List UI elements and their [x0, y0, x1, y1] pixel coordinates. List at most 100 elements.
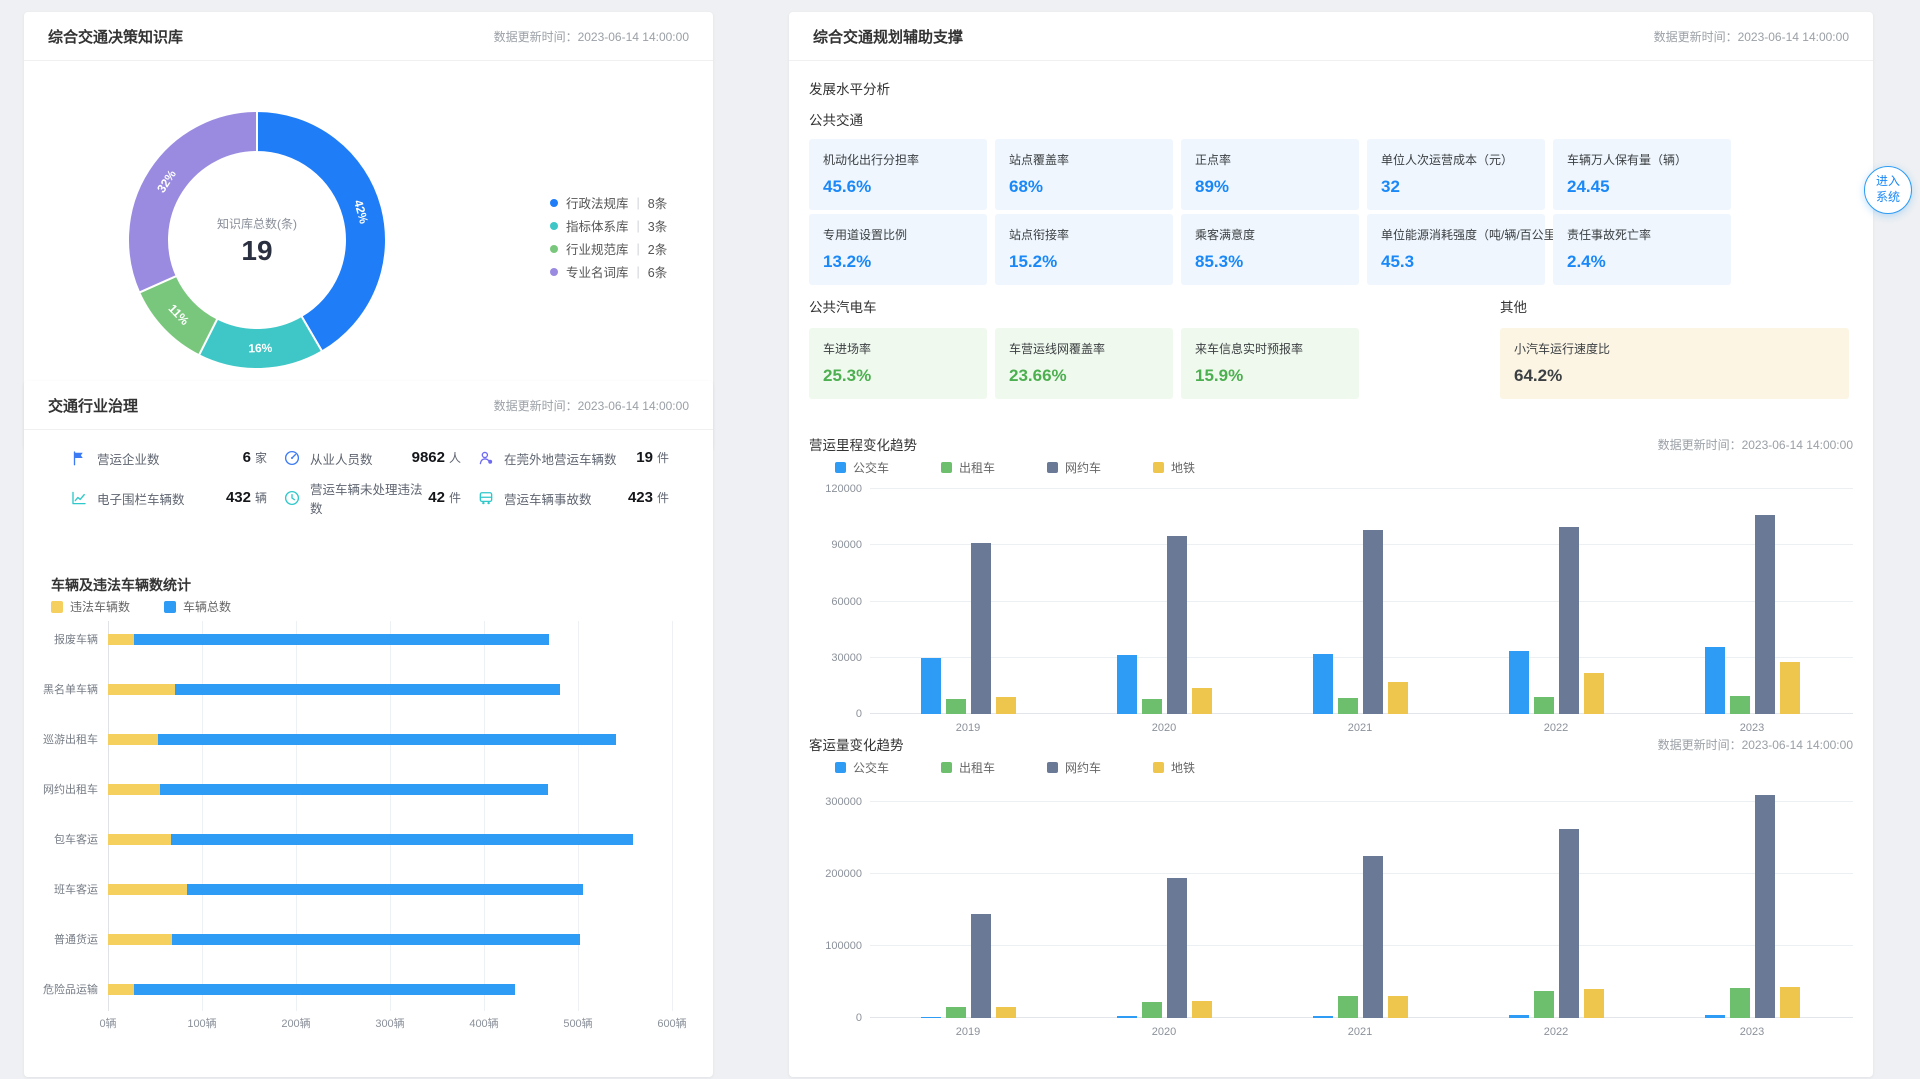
bar-row: 网约出租车 [24, 784, 713, 796]
stat-value-wrap: 423件 [628, 489, 669, 507]
metric-card[interactable]: 责任事故死亡率2.4% [1553, 214, 1731, 285]
chart-bar[interactable] [1584, 989, 1604, 1018]
legend-item[interactable]: 行政法规库|8条 [550, 191, 667, 214]
bar-row: 普通货运 [24, 934, 713, 946]
chart-bar[interactable] [1755, 515, 1775, 714]
metric-card[interactable]: 站点衔接率15.2% [995, 214, 1173, 285]
legend-item[interactable]: 车辆总数 [164, 598, 231, 615]
metric-card[interactable]: 正点率89% [1181, 139, 1359, 210]
other-metrics: 小汽车运行速度比64.2% [1500, 328, 1849, 399]
total-bar[interactable] [160, 784, 548, 795]
metric-card[interactable]: 车营运线网覆盖率23.66% [995, 328, 1173, 399]
bar-row: 黑名单车辆 [24, 684, 713, 696]
chart-bar[interactable] [1313, 1016, 1333, 1018]
chart-bar[interactable] [1705, 1015, 1725, 1018]
total-bar[interactable] [134, 984, 515, 995]
metric-card[interactable]: 小汽车运行速度比64.2% [1500, 328, 1849, 399]
chart-bar[interactable] [1338, 698, 1358, 714]
chart-bar[interactable] [1559, 829, 1579, 1018]
violation-bar[interactable] [108, 884, 187, 895]
chart-bar[interactable] [1730, 988, 1750, 1018]
legend-item[interactable]: 公交车 [835, 759, 889, 776]
violation-bar[interactable] [108, 734, 158, 745]
chart-bar[interactable] [1388, 996, 1408, 1018]
chart-bar[interactable] [921, 658, 941, 714]
chart-bar[interactable] [1755, 795, 1775, 1018]
violation-bar[interactable] [108, 634, 134, 645]
chart-bar[interactable] [1584, 673, 1604, 714]
chart-bar[interactable] [1142, 699, 1162, 714]
update-time: 数据更新时间：2023-06-14 14:00:00 [494, 397, 689, 414]
chart-bar[interactable] [1509, 651, 1529, 714]
metric-card[interactable]: 专用道设置比例13.2% [809, 214, 987, 285]
chart-bar[interactable] [1534, 697, 1554, 714]
chart-bar[interactable] [1730, 696, 1750, 714]
total-bar[interactable] [172, 934, 580, 945]
metric-card[interactable]: 机动化出行分担率45.6% [809, 139, 987, 210]
chart-bar[interactable] [1142, 1002, 1162, 1018]
chart-bar[interactable] [1167, 536, 1187, 714]
metric-value: 45.3 [1381, 252, 1535, 272]
chart-bar[interactable] [1117, 655, 1137, 714]
violation-bar[interactable] [108, 784, 160, 795]
violation-bar[interactable] [108, 684, 175, 695]
stat-item: 营运企业数6家 [70, 447, 283, 469]
metric-card[interactable]: 车辆万人保有量（辆）24.45 [1553, 139, 1731, 210]
stat-label: 电子围栏车辆数 [97, 489, 185, 508]
chart-bar[interactable] [921, 1017, 941, 1018]
total-bar[interactable] [175, 684, 560, 695]
chart-bar[interactable] [1534, 991, 1554, 1018]
chart-bar[interactable] [1117, 1016, 1137, 1018]
metric-label: 责任事故死亡率 [1567, 226, 1721, 243]
metric-card[interactable]: 来车信息实时预报率15.9% [1181, 328, 1359, 399]
total-bar[interactable] [171, 834, 633, 845]
violation-bar[interactable] [108, 934, 172, 945]
legend-item[interactable]: 出租车 [941, 459, 995, 476]
total-bar[interactable] [187, 884, 583, 895]
chart-bar[interactable] [1363, 856, 1383, 1018]
total-bar[interactable] [134, 634, 549, 645]
total-bar[interactable] [158, 734, 616, 745]
metric-card[interactable]: 车进场率25.3% [809, 328, 987, 399]
chart-bar[interactable] [1167, 878, 1187, 1018]
metric-card[interactable]: 乘客满意度85.3% [1181, 214, 1359, 285]
chart-bar[interactable] [1363, 530, 1383, 714]
chart-bar[interactable] [1313, 654, 1333, 714]
chart-bar[interactable] [1338, 996, 1358, 1018]
chart-bar[interactable] [971, 543, 991, 714]
y-axis-tick-label: 100000 [789, 940, 862, 952]
legend-item[interactable]: 公交车 [835, 459, 889, 476]
legend-swatch-icon [1047, 462, 1058, 473]
chart-bar[interactable] [946, 1007, 966, 1018]
chart-bar[interactable] [1559, 527, 1579, 715]
chart-bar[interactable] [1192, 1001, 1212, 1018]
legend-item[interactable]: 网约车 [1047, 759, 1101, 776]
legend-item[interactable]: 专业名词库|6条 [550, 260, 667, 283]
chart-bar[interactable] [1705, 647, 1725, 714]
chart-title-row: 营运里程变化趋势 数据更新时间：2023-06-14 14:00:00 [809, 434, 1853, 454]
metric-card[interactable]: 单位人次运营成本（元）32 [1367, 139, 1545, 210]
violation-bar[interactable] [108, 984, 134, 995]
chart-bar[interactable] [1780, 987, 1800, 1018]
chart-bar[interactable] [996, 1007, 1016, 1018]
legend-item[interactable]: 地铁 [1153, 759, 1195, 776]
chart-bar[interactable] [1388, 682, 1408, 714]
metric-card[interactable]: 站点覆盖率68% [995, 139, 1173, 210]
legend-separator: | [637, 196, 640, 210]
legend-item[interactable]: 出租车 [941, 759, 995, 776]
enter-system-button[interactable]: 进入 系统 [1864, 166, 1912, 214]
legend-item[interactable]: 指标体系库|3条 [550, 214, 667, 237]
chart-bar[interactable] [1509, 1015, 1529, 1018]
legend-item[interactable]: 行业规范库|2条 [550, 237, 667, 260]
chart-bar[interactable] [996, 697, 1016, 714]
legend-item[interactable]: 网约车 [1047, 459, 1101, 476]
legend-item[interactable]: 地铁 [1153, 459, 1195, 476]
chart-bar[interactable] [1780, 662, 1800, 715]
chart-bar[interactable] [1192, 688, 1212, 714]
chart-bar[interactable] [946, 699, 966, 714]
violation-bar[interactable] [108, 834, 171, 845]
legend-label: 出租车 [959, 759, 995, 776]
chart-bar[interactable] [971, 914, 991, 1018]
metric-card[interactable]: 单位能源消耗强度（吨/辆/百公里）45.3 [1367, 214, 1545, 285]
legend-item[interactable]: 违法车辆数 [51, 598, 130, 615]
